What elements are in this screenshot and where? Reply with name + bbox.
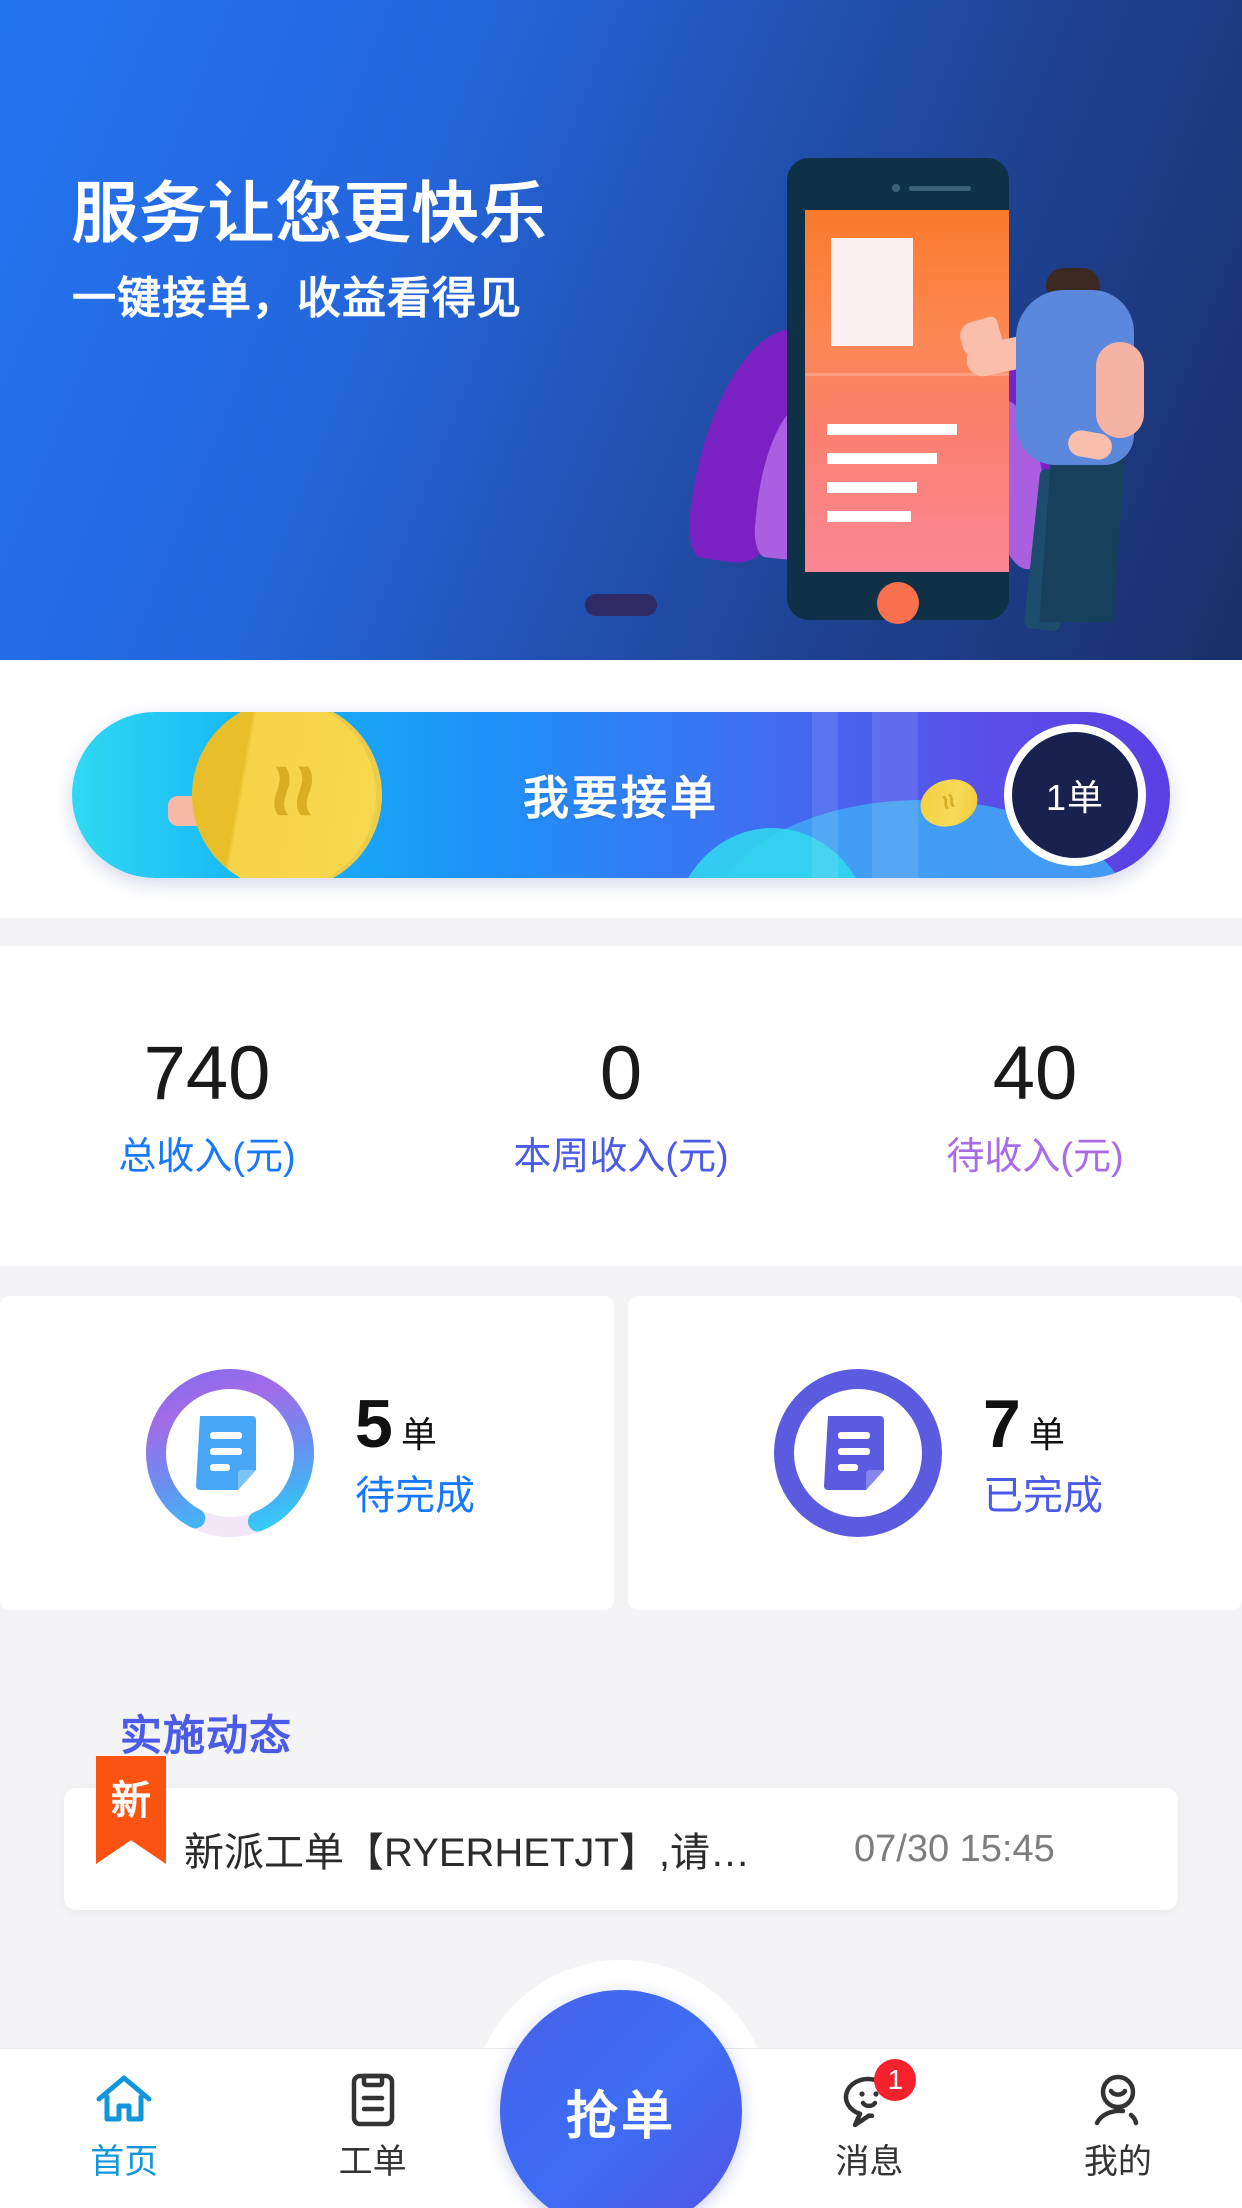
task-card-text: 7 单 已完成: [983, 1390, 1103, 1516]
phone-screen-line: [827, 482, 917, 493]
accept-order-button[interactable]: 我要接单 1单: [72, 712, 1170, 878]
dynamics-item-text: 新派工单【RYERHETJT】,请…: [184, 1831, 750, 1875]
income-value: 0: [599, 1031, 643, 1116]
income-label: 总收入(元): [118, 1136, 296, 1178]
task-count-row: 5 单: [355, 1390, 475, 1458]
task-status-label: 已完成: [983, 1474, 1103, 1518]
message-badge: 1: [874, 2059, 917, 2101]
hero-banner[interactable]: 服务让您更快乐 一键接单，收益看得见: [0, 0, 1242, 660]
progress-ring-pending: [139, 1362, 321, 1544]
new-badge-icon: 新: [96, 1756, 166, 1864]
task-unit: 单: [400, 1414, 437, 1455]
phone-screen-line: [827, 453, 937, 464]
task-status-label: 待完成: [355, 1474, 475, 1518]
income-label: 本周收入(元): [513, 1136, 729, 1178]
section-gap: [0, 1610, 1242, 1640]
chat-smile-icon: 1: [838, 2059, 917, 2131]
income-value: 40: [992, 1031, 1078, 1116]
clipboard-icon: [342, 2069, 404, 2131]
tab-label-profile: 我的: [1083, 2143, 1152, 2181]
section-gap: [0, 918, 1242, 946]
phone-illustration: [787, 158, 1009, 624]
banner-shadow-bar: [585, 594, 657, 616]
phone-screen-card: [831, 238, 913, 346]
accept-order-section: 我要接单 1单: [0, 660, 1242, 918]
home-icon: [93, 2069, 155, 2131]
tab-workorder[interactable]: 工单: [248, 2049, 496, 2208]
phone-screen-line: [827, 511, 911, 522]
tab-label-workorder: 工单: [338, 2143, 407, 2181]
tab-home[interactable]: 首页: [0, 2049, 248, 2208]
task-card-pending[interactable]: 5 单 待完成: [0, 1296, 614, 1610]
tab-profile[interactable]: 我的: [994, 2049, 1242, 2208]
income-stat-pending[interactable]: 40 待收入(元): [828, 946, 1242, 1266]
phone-speaker-bar: [909, 186, 971, 191]
phone-screen: [805, 210, 1009, 572]
income-stat-total[interactable]: 740 总收入(元): [0, 946, 414, 1266]
dynamics-section: 实施动态 新 新派工单【RYERHETJT】,请… 07/30 15:45: [0, 1640, 1242, 1980]
progress-ring-completed: [767, 1362, 949, 1544]
tab-label-messages: 消息: [835, 2143, 904, 2181]
income-value: 740: [143, 1031, 271, 1116]
document-icon: [824, 1416, 884, 1490]
section-gap: [0, 1266, 1242, 1296]
dynamics-list-item[interactable]: 新 新派工单【RYERHETJT】,请… 07/30 15:45: [64, 1756, 1178, 1910]
tab-messages[interactable]: 1 消息: [745, 2049, 993, 2208]
task-count: 5: [355, 1386, 393, 1462]
accept-order-count-badge[interactable]: 1单: [1004, 724, 1146, 866]
task-count-row: 7 单: [983, 1390, 1103, 1458]
tab-label-home: 首页: [90, 2143, 159, 2181]
person-forearm: [1096, 342, 1144, 438]
document-icon: [196, 1416, 256, 1490]
app-screen: 服务让您更快乐 一键接单，收益看得见 我要接单 1单 740 总收入(元) 0 …: [0, 0, 1242, 2208]
hero-title: 服务让您更快乐: [72, 176, 548, 250]
task-card-text: 5 单 待完成: [355, 1390, 475, 1516]
task-unit: 单: [1028, 1414, 1065, 1455]
task-card-completed[interactable]: 7 单 已完成: [628, 1296, 1242, 1610]
phone-home-button: [877, 582, 919, 624]
income-summary: 740 总收入(元) 0 本周收入(元) 40 待收入(元): [0, 946, 1242, 1266]
task-count: 7: [983, 1386, 1021, 1462]
dynamics-item-time: 07/30 15:45: [854, 1827, 1055, 1870]
dynamics-title: 实施动态: [120, 1712, 293, 1759]
user-icon: [1087, 2069, 1149, 2131]
task-cards: 5 单 待完成 7 单 已完成: [0, 1296, 1242, 1610]
phone-camera-dot: [892, 184, 900, 192]
hero-subtitle: 一键接单，收益看得见: [72, 274, 522, 323]
income-stat-weekly[interactable]: 0 本周收入(元): [414, 946, 828, 1266]
phone-screen-line: [827, 424, 957, 435]
income-label: 待收入(元): [946, 1136, 1124, 1178]
